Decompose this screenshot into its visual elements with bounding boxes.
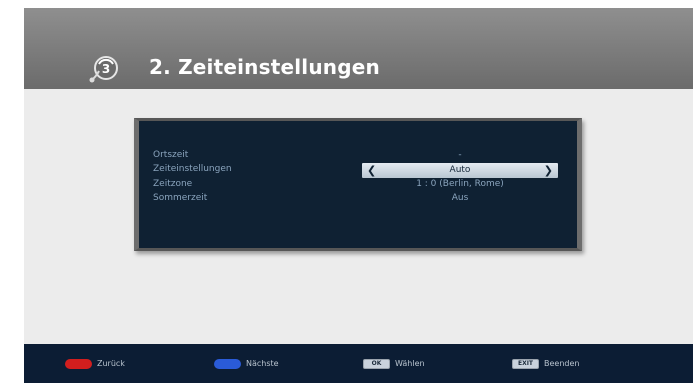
setting-value: Aus	[451, 193, 469, 203]
setting-label: Zeitzone	[153, 179, 193, 189]
hint-label: Beenden	[544, 359, 580, 368]
setting-label: Zeiteinstellungen	[153, 164, 232, 174]
setting-value: -	[458, 150, 462, 160]
tv-menu-screen: 3 2. Zeiteinstellungen Ortszeit - Zeitei…	[24, 8, 693, 383]
setting-value: Auto	[449, 165, 471, 175]
page-title: 2. Zeiteinstellungen	[149, 55, 380, 79]
red-button-icon	[65, 359, 92, 369]
hint-label: Nächste	[246, 359, 279, 368]
svg-text:3: 3	[102, 62, 110, 76]
chevron-right-icon[interactable]: ❯	[544, 163, 553, 178]
hint-label: Wählen	[395, 359, 425, 368]
button-hint-bar: Zurück Nächste OK Wählen EXIT Beenden	[24, 344, 693, 383]
setting-label: Sommerzeit	[153, 193, 208, 203]
menu-header: 3 2. Zeiteinstellungen	[24, 8, 693, 89]
hint-label: Zurück	[97, 359, 125, 368]
time-settings-panel: Ortszeit - Zeiteinstellungen ❮ Auto ❯ Ze…	[134, 118, 582, 251]
ok-key-label: OK	[371, 360, 382, 367]
chevron-left-icon[interactable]: ❮	[367, 163, 376, 178]
wizard-step-icon: 3	[89, 56, 118, 83]
setting-label: Ortszeit	[153, 150, 189, 160]
setting-row-sommerzeit[interactable]: Sommerzeit Aus	[139, 192, 577, 209]
setting-value-selector[interactable]: ❮ Auto ❯	[362, 163, 558, 178]
blue-button-icon	[214, 359, 241, 369]
setting-value: 1 : 0 (Berlin, Rome)	[416, 179, 504, 189]
exit-key-label: EXIT	[517, 360, 534, 367]
